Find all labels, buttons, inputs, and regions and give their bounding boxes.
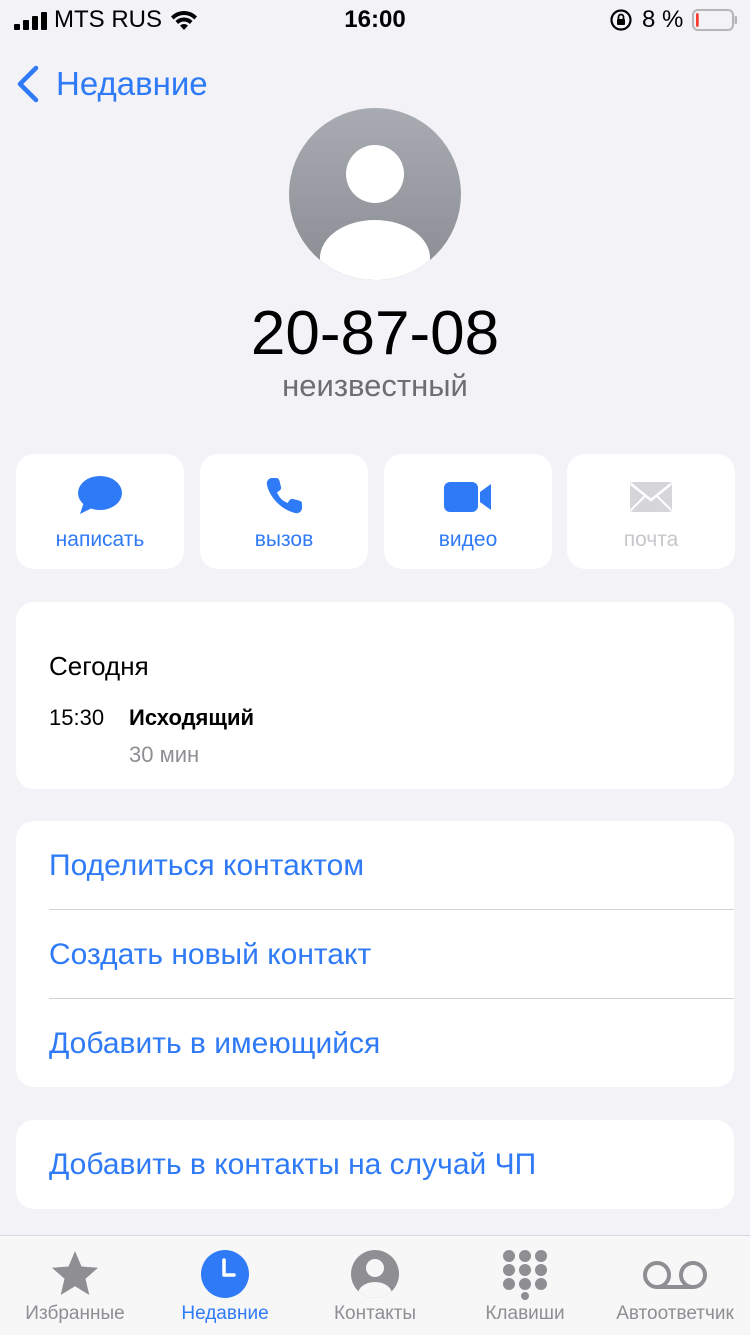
- add-emergency-contact-label: Добавить в контакты на случай ЧП: [49, 1147, 537, 1181]
- mail-action-button[interactable]: почта: [567, 454, 735, 569]
- status-time: 16:00: [344, 6, 406, 33]
- tab-favorites-label: Избранные: [25, 1303, 125, 1324]
- battery-percentage: 8 %: [642, 6, 684, 33]
- tab-voicemail-label: Автоответчик: [616, 1303, 734, 1324]
- contact-avatar: [289, 108, 461, 280]
- create-contact-option[interactable]: Создать новый контакт: [49, 910, 734, 999]
- add-emergency-contact-option[interactable]: Добавить в контакты на случай ЧП: [49, 1120, 734, 1209]
- mail-envelope-icon: [630, 482, 672, 512]
- create-contact-label: Создать новый контакт: [49, 937, 372, 971]
- battery-icon: [692, 9, 737, 31]
- history-call-duration: 30 мин: [129, 742, 200, 767]
- person-circle-icon: [351, 1250, 399, 1298]
- message-action-label: написать: [55, 528, 145, 551]
- star-icon: [52, 1251, 98, 1295]
- tab-favorites[interactable]: Избранные: [0, 1236, 150, 1335]
- video-camera-icon: [444, 482, 491, 512]
- tab-keypad[interactable]: Клавиши: [450, 1236, 600, 1335]
- message-action-button[interactable]: написать: [16, 454, 184, 569]
- tab-recents-label: Недавние: [181, 1303, 269, 1324]
- add-to-existing-option[interactable]: Добавить в имеющийся: [49, 999, 734, 1088]
- clock-icon: [201, 1250, 249, 1298]
- phone-icon: [266, 478, 302, 514]
- voicemail-icon: [643, 1261, 707, 1289]
- tab-voicemail[interactable]: Автоответчик: [600, 1236, 750, 1335]
- add-to-existing-label: Добавить в имеющийся: [49, 1026, 381, 1060]
- share-contact-label: Поделиться контактом: [49, 848, 364, 882]
- message-bubble-icon: [78, 476, 122, 514]
- contact-label: неизвестный: [282, 368, 468, 403]
- history-call-type: Исходящий: [129, 705, 255, 730]
- person-silhouette-icon: [320, 145, 430, 280]
- rotation-lock-icon: [610, 9, 632, 31]
- call-action-label: вызов: [254, 528, 314, 551]
- emergency-card: Добавить в контакты на случай ЧП: [16, 1120, 734, 1209]
- call-history-card: Сегодня 15:30 Исходящий 30 мин: [16, 602, 734, 789]
- tab-keypad-label: Клавиши: [485, 1303, 565, 1324]
- tab-contacts-label: Контакты: [333, 1303, 417, 1324]
- chevron-left-icon: [17, 65, 39, 103]
- keypad-icon: [503, 1250, 547, 1300]
- mail-action-label: почта: [623, 528, 679, 551]
- video-action-button[interactable]: видео: [384, 454, 552, 569]
- video-action-label: видео: [438, 528, 498, 551]
- contact-options-card: Поделиться контактом Создать новый конта…: [16, 821, 734, 1087]
- back-button-label: Недавние: [56, 65, 208, 102]
- share-contact-option[interactable]: Поделиться контактом: [49, 821, 734, 910]
- contact-number: 20-87-08: [250, 299, 500, 368]
- tab-recents[interactable]: Недавние: [150, 1236, 300, 1335]
- back-button[interactable]: Недавние: [14, 62, 208, 106]
- history-day: Сегодня: [49, 651, 149, 681]
- status-bar: MTS RUS 16:00 8 %: [0, 0, 750, 40]
- history-call-time: 15:30: [49, 705, 105, 730]
- tab-bar: Избранные Недавние Контакты Клавиши Авто…: [0, 1235, 750, 1335]
- tab-contacts[interactable]: Контакты: [300, 1236, 450, 1335]
- call-action-button[interactable]: вызов: [200, 454, 368, 569]
